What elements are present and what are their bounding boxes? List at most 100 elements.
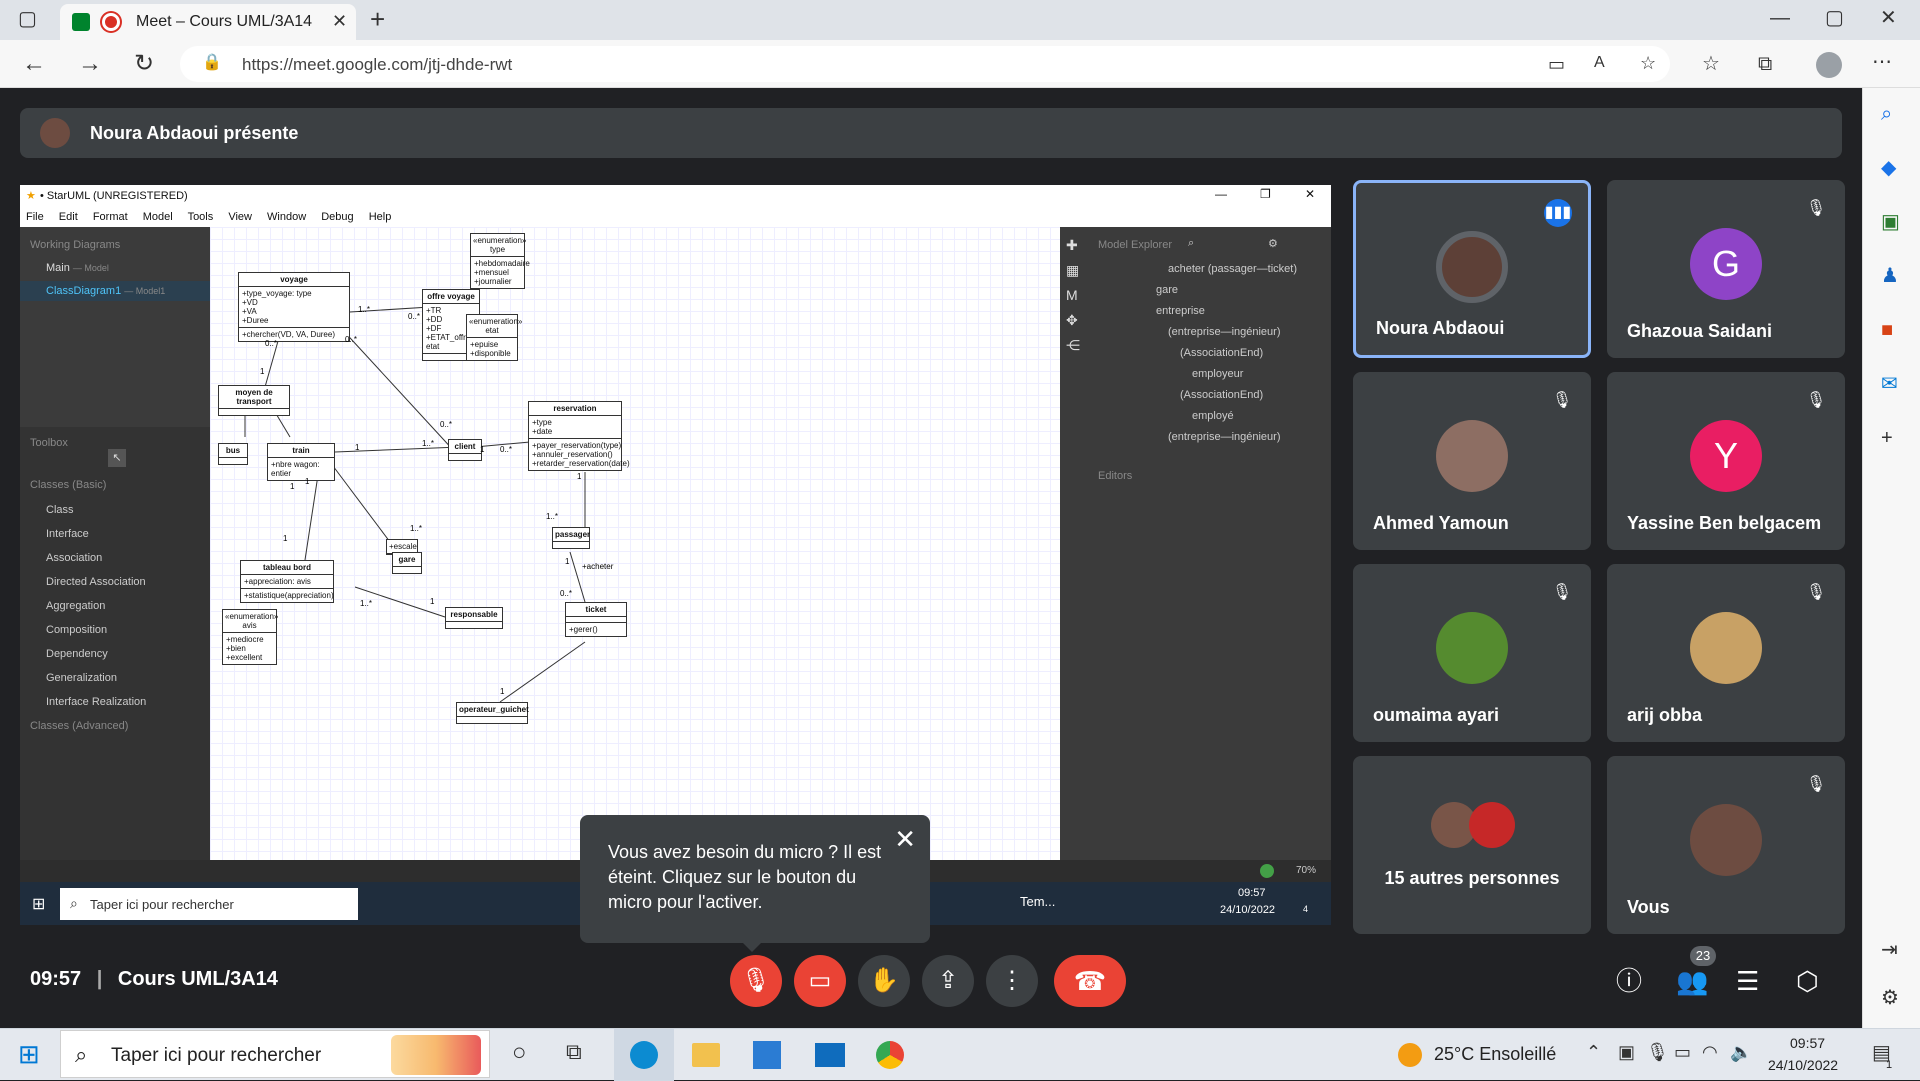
tile-arij-obba[interactable]: 🎙 arij obba (1607, 564, 1845, 742)
mic-tray-icon[interactable]: 🎙 (1646, 1043, 1669, 1061)
new-tab-icon[interactable]: + (370, 6, 385, 32)
windows-start-icon[interactable]: ⊞ (18, 1041, 40, 1067)
tile-ghazoua-saidani[interactable]: G 🎙 Ghazoua Saidani (1607, 180, 1845, 358)
extensions-icon[interactable]: ✚ (1066, 237, 1078, 254)
menu-format[interactable]: Format (93, 211, 128, 223)
menu-edit[interactable]: Edit (59, 211, 78, 223)
tile-noura-abdaoui[interactable]: ▮▮▮ Noura Abdaoui (1353, 180, 1591, 358)
tile-ahmed-yamoun[interactable]: 🎙 Ahmed Yamoun (1353, 372, 1591, 550)
star-minimize-icon[interactable]: — (1215, 187, 1227, 201)
more-options-button[interactable]: ⋮ (986, 955, 1038, 1007)
tool-dependency[interactable]: Dependency (46, 648, 108, 660)
explorer-item[interactable]: acheter (passager—ticket) (1168, 263, 1297, 275)
explorer-item[interactable]: gare (1156, 284, 1178, 296)
cortana-icon[interactable]: ○ (512, 1041, 527, 1065)
class-reservation[interactable]: reservation +type +date +payer_reservati… (528, 401, 630, 471)
menu-debug[interactable]: Debug (321, 211, 353, 223)
taskbar-search-box[interactable]: ⌕ Taper ici pour rechercher (60, 1030, 490, 1078)
class-moyen-transport[interactable]: moyen de transport (218, 385, 290, 416)
explorer-item[interactable]: employeur (1192, 368, 1243, 380)
class-bus[interactable]: bus (218, 443, 248, 465)
store-icon[interactable] (753, 1041, 781, 1069)
taskbar-edge-active[interactable] (614, 1029, 674, 1081)
close-tab-icon[interactable]: ✕ (332, 12, 347, 30)
explorer-item[interactable]: entreprise (1156, 305, 1205, 317)
tools-icon[interactable]: ▣ (1881, 212, 1900, 232)
navigate-icon[interactable]: ✥ (1066, 312, 1078, 329)
explorer-search-icon[interactable]: ⌕ (1188, 237, 1194, 250)
games-icon[interactable]: ♟ (1881, 266, 1899, 286)
add-sidebar-icon[interactable]: + (1881, 428, 1893, 448)
explorer-item[interactable]: (AssociationEnd) (1180, 347, 1263, 359)
class-operateur-guichet[interactable]: operateur_guichet (456, 702, 529, 724)
camera-toggle-button[interactable]: ▭ (794, 955, 846, 1007)
star-restore-icon[interactable]: ❐ (1260, 187, 1271, 201)
pointer-tool-icon[interactable]: ↖ (108, 449, 126, 467)
volume-icon[interactable]: 🔈 (1730, 1043, 1752, 1061)
forward-icon[interactable]: → (78, 52, 102, 76)
tool-aggregation[interactable]: Aggregation (46, 600, 105, 612)
tool-interface[interactable]: Interface (46, 528, 89, 540)
explorer-item[interactable]: (entreprise—ingénieur) (1168, 431, 1281, 443)
class-ticket[interactable]: ticket +gerer() (565, 602, 627, 637)
class-train[interactable]: train +nbre wagon: entier (267, 443, 335, 481)
layout-icon[interactable]: ▦ (1066, 262, 1079, 279)
activities-icon[interactable]: ⬡ (1796, 968, 1819, 994)
wifi-icon[interactable]: ◠ (1702, 1043, 1718, 1061)
outlook-icon[interactable]: ✉ (1881, 374, 1898, 394)
favorites-icon[interactable]: ☆ (1702, 54, 1720, 74)
clock-time[interactable]: 09:57 (1790, 1035, 1825, 1051)
hang-up-button[interactable]: ☎ (1054, 955, 1126, 1007)
tile-yassine-ben-belgacem[interactable]: Y 🎙 Yassine Ben belgacem (1607, 372, 1845, 550)
explorer-item[interactable]: employé (1192, 410, 1234, 422)
back-icon[interactable]: ← (22, 52, 46, 76)
read-aloud-icon[interactable]: A (1594, 55, 1605, 71)
class-gare[interactable]: gare (392, 552, 422, 574)
close-window-icon[interactable]: ✕ (1880, 8, 1897, 28)
chrome-icon[interactable] (876, 1041, 904, 1069)
class-tableau-bord[interactable]: tableau bord +appreciation: avis +statis… (240, 560, 334, 603)
present-button[interactable]: ⇪ (922, 955, 974, 1007)
explorer-item[interactable]: (AssociationEnd) (1180, 389, 1263, 401)
url-text[interactable]: https://meet.google.com/jtj-dhde-rwt (242, 55, 512, 75)
info-icon[interactable]: ⓘ (1616, 968, 1642, 994)
class-passager[interactable]: passager (552, 527, 590, 549)
class-responsable[interactable]: responsable (445, 607, 503, 629)
close-tooltip-icon[interactable]: ✕ (894, 826, 916, 852)
tool-generalization[interactable]: Generalization (46, 672, 117, 684)
diagram-main[interactable]: Main — Model (46, 262, 109, 274)
tool-composition[interactable]: Composition (46, 624, 107, 636)
tab-actions-icon[interactable]: ▢ (18, 9, 37, 29)
classes-basic-header[interactable]: Classes (Basic) (30, 479, 106, 491)
enum-etat[interactable]: «enumeration» etat +epuise +disponible (466, 314, 522, 361)
tool-association[interactable]: Association (46, 552, 102, 564)
office-icon[interactable]: ■ (1881, 320, 1893, 340)
camera-blocked-icon[interactable]: ▭ (1548, 55, 1565, 73)
chat-icon[interactable]: ☰ (1736, 968, 1759, 994)
task-view-icon[interactable]: ⧉ (566, 1041, 582, 1063)
clock-date[interactable]: 24/10/2022 (1768, 1057, 1838, 1073)
menu-window[interactable]: Window (267, 211, 306, 223)
tile-self[interactable]: 🎙 Vous (1607, 756, 1845, 934)
class-voyage[interactable]: voyage +type_voyage: type +VD +VA +Duree… (238, 272, 350, 342)
star-close-icon[interactable]: ✕ (1305, 187, 1315, 201)
minimize-icon[interactable]: — (1770, 8, 1790, 28)
add-favorite-icon[interactable]: ☆ (1640, 54, 1656, 72)
tool-directed-association[interactable]: Directed Association (46, 576, 146, 588)
more-menu-icon[interactable]: ⋯ (1872, 52, 1892, 72)
menu-help[interactable]: Help (369, 211, 392, 223)
classes-advanced-header[interactable]: Classes (Advanced) (30, 720, 128, 732)
share-icon[interactable]: ⋲ (1066, 337, 1080, 354)
browser-tab[interactable]: Meet – Cours UML/3A14 ✕ (60, 4, 356, 40)
menu-model[interactable]: Model (143, 211, 173, 223)
tool-class[interactable]: Class (46, 504, 74, 516)
markdown-icon[interactable]: M (1066, 287, 1078, 303)
shopping-icon[interactable]: ◆ (1881, 158, 1896, 178)
sidebar-toggle-icon[interactable]: ⇥ (1881, 940, 1898, 960)
weather-text[interactable]: 25°C Ensoleillé (1434, 1044, 1556, 1065)
menu-view[interactable]: View (228, 211, 252, 223)
menu-tools[interactable]: Tools (188, 211, 214, 223)
profile-avatar[interactable] (1816, 52, 1842, 78)
menu-file[interactable]: File (26, 211, 44, 223)
sidebar-settings-icon[interactable]: ⚙ (1881, 988, 1899, 1008)
